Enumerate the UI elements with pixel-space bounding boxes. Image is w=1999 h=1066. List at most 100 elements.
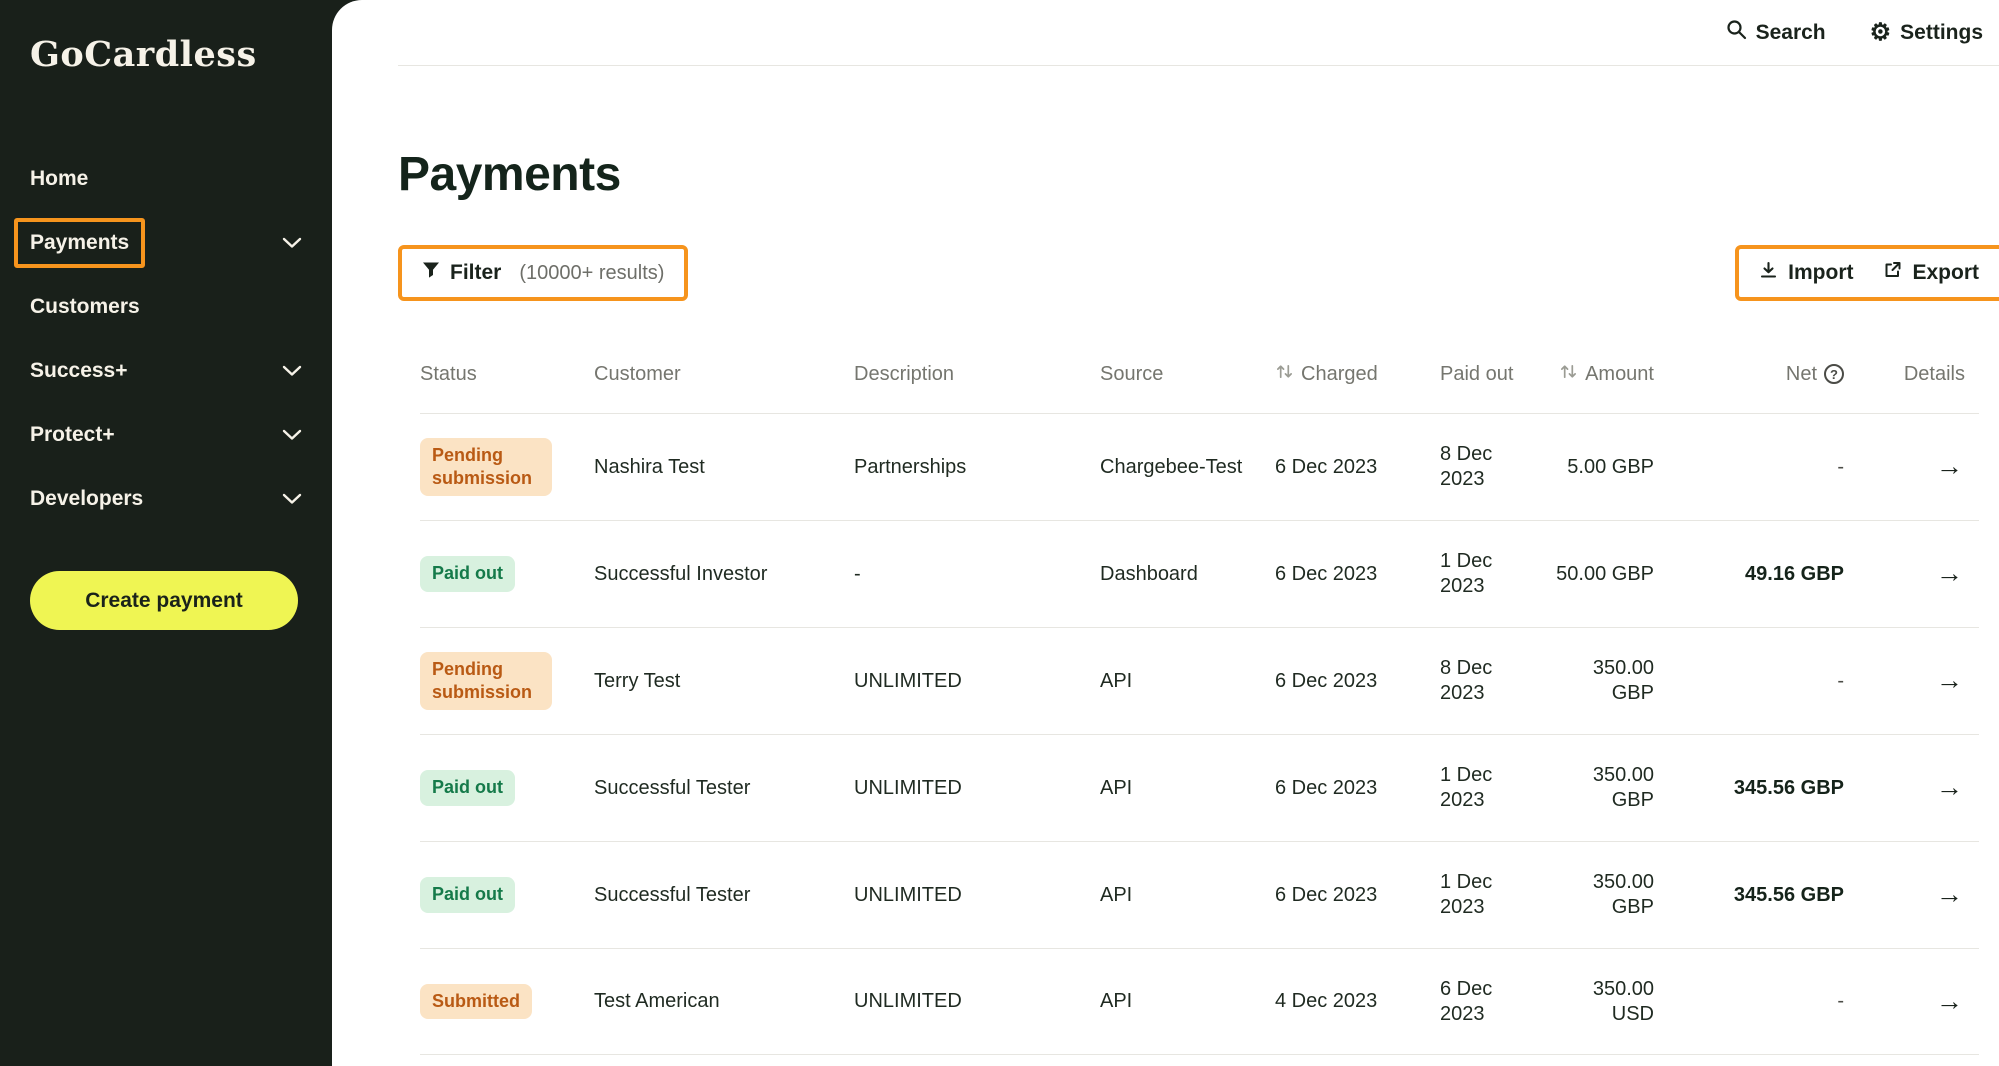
net-cell: - bbox=[1670, 989, 1860, 1014]
source-cell: API bbox=[1100, 776, 1275, 801]
amount-cell: 350.00 GBP bbox=[1550, 870, 1670, 920]
charged-cell: 4 Dec 2023 bbox=[1275, 989, 1440, 1014]
status-cell: Paid out bbox=[420, 877, 594, 912]
status-cell: Paid out bbox=[420, 556, 594, 591]
filter-button[interactable]: Filter (10000+ results) bbox=[422, 261, 664, 285]
details-arrow[interactable]: → bbox=[1936, 879, 1963, 909]
charged-cell: 6 Dec 2023 bbox=[1275, 883, 1440, 908]
source-cell: Chargebee-Test bbox=[1100, 455, 1275, 480]
gocardless-logo: GoCardless bbox=[0, 34, 332, 75]
filter-label: Filter bbox=[450, 261, 501, 285]
customer-cell: Terry Test bbox=[594, 669, 854, 694]
table-row[interactable]: Pending submission Nashira Test Partners… bbox=[420, 413, 1979, 520]
status-cell: Pending submission bbox=[420, 438, 594, 497]
payments-table: Status Customer Description Source Charg… bbox=[398, 335, 1979, 1055]
page-content: Payments Filter (10000+ results) bbox=[332, 66, 1999, 1066]
import-button[interactable]: Import bbox=[1759, 261, 1853, 285]
column-header-details: Details bbox=[1860, 363, 1981, 386]
sidebar-item-protect-plus[interactable]: Protect+ bbox=[0, 403, 332, 467]
net-cell: 345.56 GBP bbox=[1670, 776, 1860, 801]
filter-results-count: (10000+ results) bbox=[519, 262, 664, 285]
column-header-customer: Customer bbox=[594, 363, 854, 386]
sidebar-item-label: Success+ bbox=[30, 359, 128, 383]
create-payment-button[interactable]: Create payment bbox=[30, 571, 298, 630]
main-area: Search ⚙ Settings Payments Filter (10000… bbox=[332, 0, 1999, 1066]
status-cell: Submitted bbox=[420, 984, 594, 1019]
sidebar-item-success-plus[interactable]: Success+ bbox=[0, 339, 332, 403]
search-icon bbox=[1726, 19, 1747, 46]
description-cell: UNLIMITED bbox=[854, 989, 1100, 1014]
sidebar-item-payments[interactable]: Payments bbox=[0, 211, 332, 275]
column-header-net: Net ? bbox=[1670, 363, 1860, 386]
column-header-description: Description bbox=[854, 363, 1100, 386]
details-cell: → bbox=[1860, 664, 1981, 698]
details-arrow[interactable]: → bbox=[1936, 665, 1963, 695]
details-cell: → bbox=[1860, 557, 1981, 591]
net-cell: - bbox=[1670, 669, 1860, 694]
details-cell: → bbox=[1860, 985, 1981, 1019]
amount-cell: 350.00 USD bbox=[1550, 977, 1670, 1027]
gear-icon: ⚙ bbox=[1870, 21, 1892, 45]
annotation-box-import-export: Import Export bbox=[1735, 245, 1999, 301]
paid-out-cell: 1 Dec 2023 bbox=[1440, 549, 1550, 599]
search-label: Search bbox=[1756, 21, 1826, 45]
details-arrow[interactable]: → bbox=[1936, 451, 1963, 481]
toolbar: Filter (10000+ results) Import bbox=[398, 245, 1979, 301]
customer-cell: Nashira Test bbox=[594, 455, 854, 480]
source-cell: API bbox=[1100, 883, 1275, 908]
amount-cell: 5.00 GBP bbox=[1550, 455, 1670, 480]
export-button[interactable]: Export bbox=[1883, 261, 1979, 285]
table-row[interactable]: Paid out Successful Tester UNLIMITED API… bbox=[420, 841, 1979, 948]
table-row[interactable]: Submitted Test American UNLIMITED API 4 … bbox=[420, 948, 1979, 1055]
sidebar-item-label: Payments bbox=[30, 231, 129, 254]
download-icon bbox=[1759, 261, 1778, 285]
paid-out-cell: 8 Dec 2023 bbox=[1440, 442, 1550, 492]
details-arrow[interactable]: → bbox=[1936, 986, 1963, 1016]
status-cell: Pending submission bbox=[420, 652, 594, 711]
chevron-down-icon bbox=[282, 423, 302, 447]
sidebar-item-label: Protect+ bbox=[30, 423, 115, 447]
sort-icon bbox=[1275, 362, 1294, 387]
sidebar-item-home[interactable]: Home bbox=[0, 147, 332, 211]
status-cell: Paid out bbox=[420, 770, 594, 805]
amount-cell: 350.00 GBP bbox=[1550, 763, 1670, 813]
details-arrow[interactable]: → bbox=[1936, 772, 1963, 802]
details-cell: → bbox=[1860, 771, 1981, 805]
table-row[interactable]: Pending submission Terry Test UNLIMITED … bbox=[420, 627, 1979, 734]
column-header-amount[interactable]: Amount bbox=[1550, 362, 1670, 387]
external-link-icon bbox=[1883, 261, 1902, 285]
details-cell: → bbox=[1860, 450, 1981, 484]
annotation-box-payments: Payments bbox=[14, 218, 145, 268]
details-arrow[interactable]: → bbox=[1936, 558, 1963, 588]
charged-cell: 6 Dec 2023 bbox=[1275, 669, 1440, 694]
charged-cell: 6 Dec 2023 bbox=[1275, 776, 1440, 801]
column-header-charged[interactable]: Charged bbox=[1275, 362, 1440, 387]
sidebar-item-label: Developers bbox=[30, 487, 143, 511]
net-cell: 49.16 GBP bbox=[1670, 562, 1860, 587]
net-cell: 345.56 GBP bbox=[1670, 883, 1860, 908]
column-header-status: Status bbox=[420, 363, 594, 386]
paid-out-cell: 8 Dec 2023 bbox=[1440, 656, 1550, 706]
search-button[interactable]: Search bbox=[1726, 19, 1826, 46]
table-row[interactable]: Paid out Successful Tester UNLIMITED API… bbox=[420, 734, 1979, 841]
paid-out-cell: 1 Dec 2023 bbox=[1440, 870, 1550, 920]
settings-button[interactable]: ⚙ Settings bbox=[1870, 21, 1983, 45]
sidebar-item-label: Home bbox=[30, 167, 88, 191]
settings-label: Settings bbox=[1900, 21, 1983, 45]
status-badge: Paid out bbox=[420, 877, 515, 912]
status-badge: Submitted bbox=[420, 984, 532, 1019]
net-cell: - bbox=[1670, 455, 1860, 480]
description-cell: Partnerships bbox=[854, 455, 1100, 480]
column-header-paid-out: Paid out bbox=[1440, 363, 1550, 386]
customer-cell: Test American bbox=[594, 989, 854, 1014]
table-row[interactable]: Paid out Successful Investor - Dashboard… bbox=[420, 520, 1979, 627]
sidebar-item-developers[interactable]: Developers bbox=[0, 467, 332, 531]
sidebar-item-customers[interactable]: Customers bbox=[0, 275, 332, 339]
export-label: Export bbox=[1912, 261, 1979, 285]
description-cell: UNLIMITED bbox=[854, 776, 1100, 801]
help-icon[interactable]: ? bbox=[1824, 364, 1844, 384]
description-cell: UNLIMITED bbox=[854, 669, 1100, 694]
charged-cell: 6 Dec 2023 bbox=[1275, 562, 1440, 587]
source-cell: API bbox=[1100, 669, 1275, 694]
import-label: Import bbox=[1788, 261, 1853, 285]
